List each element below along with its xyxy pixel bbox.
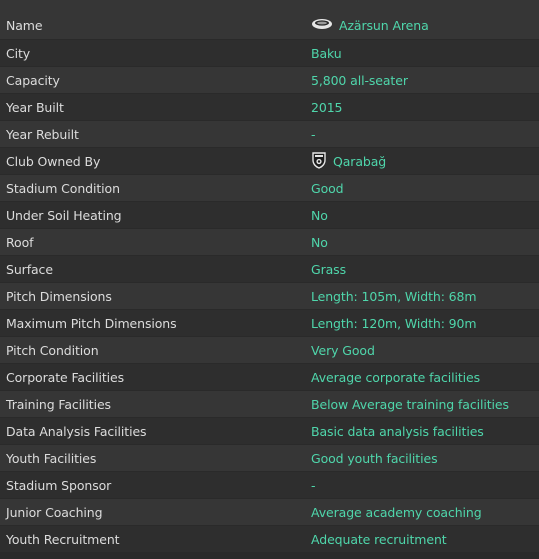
row-label: Name: [6, 18, 43, 33]
row-label: City: [6, 45, 31, 61]
row-pitch-condition: Pitch Condition Very Good: [0, 337, 539, 364]
row-surface: Surface Grass: [0, 256, 539, 283]
row-value: Azärsun Arena: [339, 18, 429, 33]
row-value: Good: [311, 180, 344, 196]
row-value: Basic data analysis facilities: [311, 423, 484, 439]
row-label: Training Facilities: [6, 396, 111, 412]
stadium-icon: [311, 18, 333, 33]
row-year-rebuilt: Year Rebuilt -: [0, 121, 539, 148]
row-youth-facilities: Youth Facilities Good youth facilities: [0, 445, 539, 472]
row-value[interactable]: Baku: [311, 46, 539, 61]
club-link[interactable]: Qarabağ: [311, 151, 539, 172]
row-label: Club Owned By: [6, 153, 101, 169]
row-label: Roof: [6, 234, 34, 250]
row-label: Data Analysis Facilities: [6, 423, 147, 439]
row-junior-coaching: Junior Coaching Average academy coaching: [0, 499, 539, 526]
row-label: Stadium Condition: [6, 180, 120, 196]
row-value: Average academy coaching: [311, 504, 482, 520]
row-value: No: [311, 207, 328, 223]
row-year-built: Year Built 2015: [0, 94, 539, 121]
row-club-owned-by: Club Owned By Qarabağ: [0, 148, 539, 175]
row-pitch-dimensions: Pitch Dimensions Length: 105m, Width: 68…: [0, 283, 539, 310]
row-label: Pitch Condition: [6, 342, 99, 358]
row-label: Year Built: [6, 99, 64, 115]
row-roof: Roof No: [0, 229, 539, 256]
stadium-link[interactable]: Azärsun Arena: [311, 18, 539, 33]
row-data-analysis-facilities: Data Analysis Facilities Basic data anal…: [0, 418, 539, 445]
row-label: Youth Recruitment: [6, 531, 120, 547]
row-value: Very Good: [311, 342, 375, 358]
row-name: Name Azärsun Arena: [0, 0, 539, 40]
stadium-details-panel: Name Azärsun Arena City Baku Capacity 5,…: [0, 0, 539, 559]
row-capacity: Capacity 5,800 all-seater: [0, 67, 539, 94]
row-label: Surface: [6, 261, 53, 277]
row-value: 2015: [311, 99, 343, 115]
row-value: Below Average training facilities: [311, 396, 509, 412]
row-label: Capacity: [6, 72, 60, 88]
club-badge-icon: [311, 151, 327, 172]
row-maximum-pitch-dimensions: Maximum Pitch Dimensions Length: 120m, W…: [0, 310, 539, 337]
row-value: Adequate recruitment: [311, 531, 447, 547]
row-label: Year Rebuilt: [6, 126, 79, 142]
row-stadium-sponsor: Stadium Sponsor -: [0, 472, 539, 499]
row-youth-recruitment: Youth Recruitment Adequate recruitment: [0, 526, 539, 553]
row-label: Pitch Dimensions: [6, 288, 112, 304]
row-label: Junior Coaching: [6, 504, 103, 520]
row-label: Maximum Pitch Dimensions: [6, 315, 177, 331]
row-value: Good youth facilities: [311, 450, 438, 466]
row-training-facilities: Training Facilities Below Average traini…: [0, 391, 539, 418]
row-value: Length: 105m, Width: 68m: [311, 288, 477, 304]
row-value: Grass: [311, 261, 347, 277]
row-label: Stadium Sponsor: [6, 477, 112, 493]
row-value: Length: 120m, Width: 90m: [311, 315, 477, 331]
row-stadium-condition: Stadium Condition Good: [0, 175, 539, 202]
row-value: -: [311, 477, 316, 493]
row-city: City Baku: [0, 40, 539, 67]
row-under-soil-heating: Under Soil Heating No: [0, 202, 539, 229]
row-label: Corporate Facilities: [6, 369, 125, 385]
row-label: Youth Facilities: [6, 450, 97, 466]
row-label: Under Soil Heating: [6, 207, 122, 223]
row-value: 5,800 all-seater: [311, 72, 408, 88]
row-corporate-facilities: Corporate Facilities Average corporate f…: [0, 364, 539, 391]
row-value: Average corporate facilities: [311, 369, 481, 385]
row-value: No: [311, 234, 328, 250]
row-value: Qarabağ: [333, 153, 387, 169]
row-value: -: [311, 126, 316, 142]
